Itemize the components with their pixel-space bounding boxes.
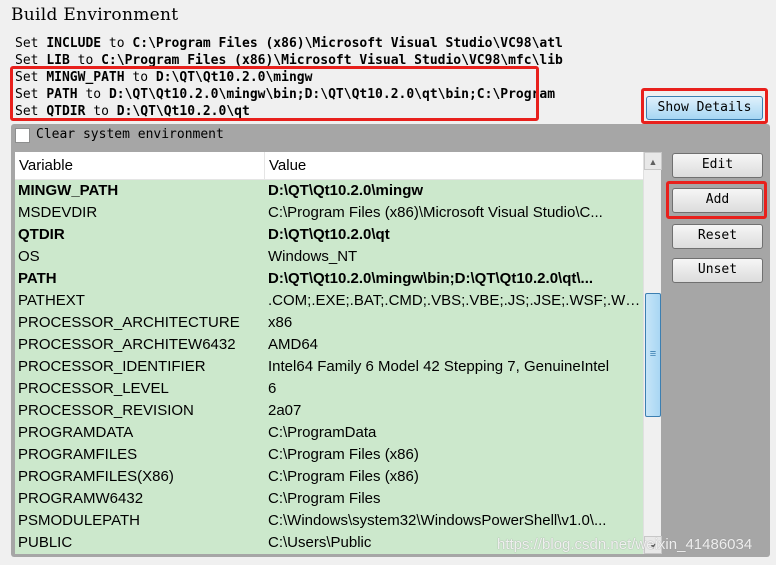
table-scrollbar[interactable]: ▲ ≡ ▼ [643,152,662,554]
table-row[interactable]: PROCESSOR_LEVEL 6 [15,378,643,400]
variable-cell: PATHEXT [18,292,85,309]
variable-cell: PATH [18,270,57,287]
variable-cell: PROCESSOR_ARCHITECTURE [18,314,240,331]
value-cell: D:\QT\Qt10.2.0\mingw\bin;D:\QT\Qt10.2.0\… [268,270,594,287]
table-row[interactable]: PROCESSOR_ARCHITECTURE x86 [15,312,643,334]
variable-cell: PROCESSOR_ARCHITEW6432 [18,336,236,353]
show-details-button[interactable]: Show Details [646,96,763,120]
table-row[interactable]: PROCESSOR_ARCHITEW6432 AMD64 [15,334,643,356]
value-cell: C:\Program Files (x86)\Microsoft Visual … [268,204,603,221]
table-row[interactable]: PROGRAMW6432 C:\Program Files [15,488,643,510]
add-button[interactable]: Add [672,188,763,213]
log-val: C:\Program Files (x86)\Microsoft Visual … [132,36,563,51]
variable-cell: PROCESSOR_REVISION [18,402,194,419]
log-mid: to [101,36,133,51]
value-cell: 6 [268,380,277,397]
variable-cell: PROGRAMFILES [18,446,138,463]
table-row[interactable]: OS Windows_NT [15,246,643,268]
highlight-box-log [10,66,539,121]
value-cell: Windows_NT [268,248,358,265]
log-pre: Set [15,36,47,51]
value-cell: 2a07 [268,402,302,419]
value-cell: C:\Program Files [268,490,381,507]
variable-cell: PROCESSOR_IDENTIFIER [18,358,206,375]
variable-cell: PROCESSOR_LEVEL [18,380,169,397]
value-cell: D:\QT\Qt10.2.0\qt [268,226,390,243]
table-row[interactable]: PROGRAMFILES C:\Program Files (x86) [15,444,643,466]
variable-cell: PUBLIC [18,534,73,551]
table-row[interactable]: PROCESSOR_REVISION 2a07 [15,400,643,422]
unset-button[interactable]: Unset [672,258,763,283]
variable-cell: OS [18,248,40,265]
value-cell: x86 [268,314,293,331]
variable-cell: PSMODULEPATH [18,512,140,529]
value-cell: C:\Program Files (x86) [268,446,419,463]
variable-cell: PROGRAMDATA [18,424,134,441]
clear-system-environment-label[interactable]: Clear system environment [36,127,224,142]
watermark: https://blog.csdn.net/weixin_41486034 [497,536,753,553]
scroll-up-arrow-icon[interactable]: ▲ [644,152,662,170]
table-row[interactable]: PATH D:\QT\Qt10.2.0\mingw\bin;D:\QT\Qt10.… [15,268,643,290]
table-header: Variable Value [15,152,643,180]
section-title: Build Environment [11,5,179,25]
log-line: Set INCLUDE to C:\Program Files (x86)\Mi… [15,35,633,52]
clear-system-environment-checkbox[interactable] [15,128,30,143]
variable-cell: MSDEVDIR [18,204,98,221]
value-cell: D:\QT\Qt10.2.0\mingw [268,182,424,199]
log-var: INCLUDE [46,36,102,51]
column-header-variable[interactable]: Variable [15,152,265,179]
table-row[interactable]: PROGRAMDATA C:\ProgramData [15,422,643,444]
table-row[interactable]: PROCESSOR_IDENTIFIER Intel64 Family 6 Mod… [15,356,643,378]
value-cell: AMD64 [268,336,319,353]
table-row[interactable]: MINGW_PATH D:\QT\Qt10.2.0\mingw [15,180,643,202]
table-row[interactable]: QTDIR D:\QT\Qt10.2.0\qt [15,224,643,246]
edit-button[interactable]: Edit [672,153,763,178]
variable-cell: PROGRAMW6432 [18,490,144,507]
variable-cell: MINGW_PATH [18,182,119,199]
value-cell: C:\ProgramData [268,424,377,441]
table-row[interactable]: PROGRAMFILES(X86) C:\Program Files (x86) [15,466,643,488]
value-cell: Intel64 Family 6 Model 42 Stepping 7, Ge… [268,358,610,375]
reset-button[interactable]: Reset [672,224,763,249]
value-cell: .COM;.EXE;.BAT;.CMD;.VBS;.VBE;.JS;.JSE;.… [268,292,643,309]
table-row[interactable]: PATHEXT .COM;.EXE;.BAT;.CMD;.VBS;.VBE;.JS… [15,290,643,312]
environment-table: Variable Value MINGW_PATH D:\QT\Qt10.2.0\… [15,152,643,554]
column-header-value[interactable]: Value [265,152,306,179]
variable-cell: QTDIR [18,226,65,243]
scroll-thumb[interactable]: ≡ [645,293,661,417]
edit-button-label: Edit [701,157,734,172]
variable-cell: PROGRAMFILES(X86) [18,468,174,485]
table-row[interactable]: MSDEVDIR C:\Program Files (x86)\Microsoft… [15,202,643,224]
value-cell: C:\Program Files (x86) [268,468,419,485]
table-row[interactable]: PSMODULEPATH C:\Windows\system32\WindowsP… [15,510,643,532]
value-cell: C:\Windows\system32\WindowsPowerShell\v1… [268,512,607,529]
